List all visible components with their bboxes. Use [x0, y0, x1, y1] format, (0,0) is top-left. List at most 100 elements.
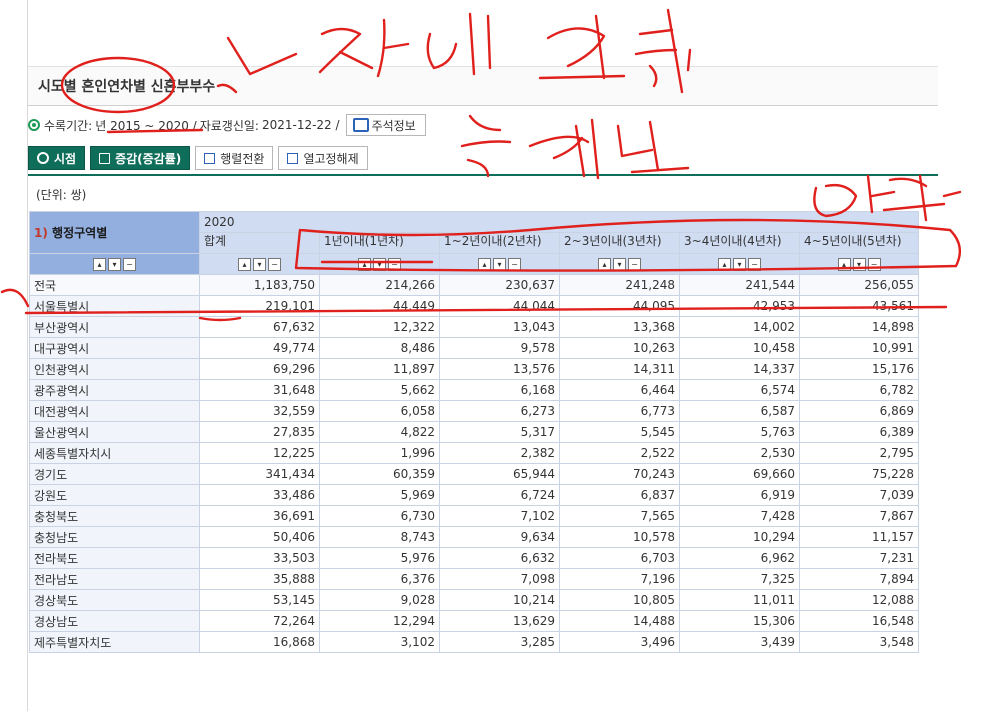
table-cell: 14,488 [559, 610, 680, 632]
table-row: 경상남도 72,264 12,294 13,629 14,488 15,306 16,548 [29, 610, 919, 632]
region-name: 대전광역시 [29, 400, 200, 422]
comment-icon [352, 118, 369, 132]
sort-down-icon[interactable]: ▾ [733, 258, 746, 271]
collapse-icon[interactable]: − [508, 258, 521, 271]
sort-down-icon[interactable]: ▾ [493, 258, 506, 271]
table-cell: 53,145 [199, 589, 320, 611]
table-cell: 14,337 [679, 358, 800, 380]
annotation-stroke-7 [528, 118, 600, 180]
table-cell: 14,002 [679, 316, 800, 338]
table-cell: 3,496 [559, 631, 680, 653]
table-cell: 10,458 [679, 337, 800, 359]
table-cell: 256,055 [799, 274, 919, 296]
table-cell: 6,724 [439, 484, 560, 506]
sort-up-icon[interactable]: ▴ [93, 258, 106, 271]
change-rate-button[interactable]: 증감(증감률) [90, 146, 191, 170]
column-header: 1년이내(1년차) [319, 232, 440, 254]
table-cell: 6,730 [319, 505, 440, 527]
transpose-button[interactable]: 행렬전환 [195, 146, 274, 170]
row-header-cell[interactable]: 1) 행정구역별 [29, 211, 200, 254]
table-cell: 1,996 [319, 442, 440, 464]
year-header: 2020 [199, 211, 919, 233]
table-row: 울산광역시 27,835 4,822 5,317 5,545 5,763 6,389 [29, 421, 919, 443]
sort-up-icon[interactable]: ▴ [837, 258, 851, 271]
sort-up-icon[interactable]: ▴ [718, 258, 731, 271]
table-cell: 341,434 [199, 463, 320, 485]
table-row: 제주특별자치도 16,868 3,102 3,285 3,496 3,439 3,548 [29, 631, 919, 653]
table-cell: 67,632 [199, 316, 320, 338]
table-cell: 5,662 [319, 379, 440, 401]
table-cell: 6,773 [559, 400, 680, 422]
unit-label: (단위: 쌍) [36, 188, 87, 202]
table-cell: 32,559 [199, 400, 320, 422]
annotation-stroke-9 [813, 174, 896, 218]
table-cell: 33,503 [199, 547, 320, 569]
region-name: 부산광역시 [29, 316, 200, 338]
table-cell: 6,869 [799, 400, 919, 422]
collapse-icon[interactable]: − [388, 258, 401, 271]
table-cell: 10,263 [559, 337, 680, 359]
table-cell: 7,196 [559, 568, 680, 590]
sort-controls: ▴ ▾ − [679, 253, 800, 275]
collapse-icon[interactable]: − [628, 258, 641, 271]
sort-down-icon[interactable]: ▾ [253, 258, 266, 271]
collapse-icon[interactable]: − [123, 258, 136, 271]
table-cell: 12,088 [799, 589, 919, 611]
table-cell: 75,228 [799, 463, 919, 485]
toolbar-divider [28, 174, 938, 176]
region-name: 제주특별자치도 [29, 631, 200, 653]
region-name: 울산광역시 [29, 421, 200, 443]
annotation-stroke-6 [460, 114, 512, 178]
table-cell: 230,637 [439, 274, 560, 296]
table-cell: 7,894 [799, 568, 919, 590]
table-row: 전라북도 33,503 5,976 6,632 6,703 6,962 7,231 [29, 547, 919, 569]
table-cell: 9,634 [439, 526, 560, 548]
table-cell: 3,439 [679, 631, 800, 653]
sort-controls: ▴ ▾ − [29, 253, 200, 275]
sort-up-icon[interactable]: ▴ [598, 258, 611, 271]
table-cell: 6,837 [559, 484, 680, 506]
table-cell: 11,897 [319, 358, 440, 380]
table-cell: 6,168 [439, 379, 560, 401]
table-cell: 44,044 [439, 295, 560, 317]
column-header: 3~4년이내(4년차) [679, 232, 800, 254]
sort-down-icon[interactable]: ▾ [373, 258, 386, 271]
table-cell: 6,574 [679, 379, 800, 401]
sort-down-icon[interactable]: ▾ [613, 258, 626, 271]
table-cell: 6,389 [799, 421, 919, 443]
toolbar: 시점 증감(증감률) 행렬전환 열고정해제 [28, 146, 373, 170]
note-button[interactable]: 주석정보 [345, 114, 426, 136]
table-cell: 60,359 [319, 463, 440, 485]
sort-up-icon[interactable]: ▴ [358, 258, 371, 271]
unfix-column-button[interactable]: 열고정해제 [278, 146, 368, 170]
collapse-icon[interactable]: − [268, 258, 281, 271]
table-cell: 10,294 [679, 526, 800, 548]
column-header: 1~2년이내(2년차) [439, 232, 560, 254]
table-cell: 4,822 [319, 421, 440, 443]
collapse-icon[interactable]: − [867, 258, 881, 271]
period-value: 년 2015 ~ 2020 / [95, 118, 197, 133]
sort-down-icon[interactable]: ▾ [108, 258, 121, 271]
table-cell: 14,898 [799, 316, 919, 338]
table-cell: 1,183,750 [199, 274, 320, 296]
region-name: 경기도 [29, 463, 200, 485]
view-button[interactable]: 시점 [28, 146, 86, 170]
table-cell: 13,043 [439, 316, 560, 338]
sort-down-icon[interactable]: ▾ [852, 258, 866, 271]
collapse-icon[interactable]: − [748, 258, 761, 271]
sort-up-icon[interactable]: ▴ [238, 258, 251, 271]
table-cell: 6,273 [439, 400, 560, 422]
table-cell: 72,264 [199, 610, 320, 632]
table-cell: 35,888 [199, 568, 320, 590]
table-cell: 7,098 [439, 568, 560, 590]
region-name: 전라북도 [29, 547, 200, 569]
sort-up-icon[interactable]: ▴ [478, 258, 491, 271]
table-cell: 6,587 [679, 400, 800, 422]
table-cell: 6,962 [679, 547, 800, 569]
table-row: 대구광역시 49,774 8,486 9,578 10,263 10,458 10,991 [29, 337, 919, 359]
table-cell: 7,428 [679, 505, 800, 527]
table-cell: 8,486 [319, 337, 440, 359]
table-cell: 3,102 [319, 631, 440, 653]
table-cell: 7,231 [799, 547, 919, 569]
annotation-stroke-3 [426, 12, 492, 76]
